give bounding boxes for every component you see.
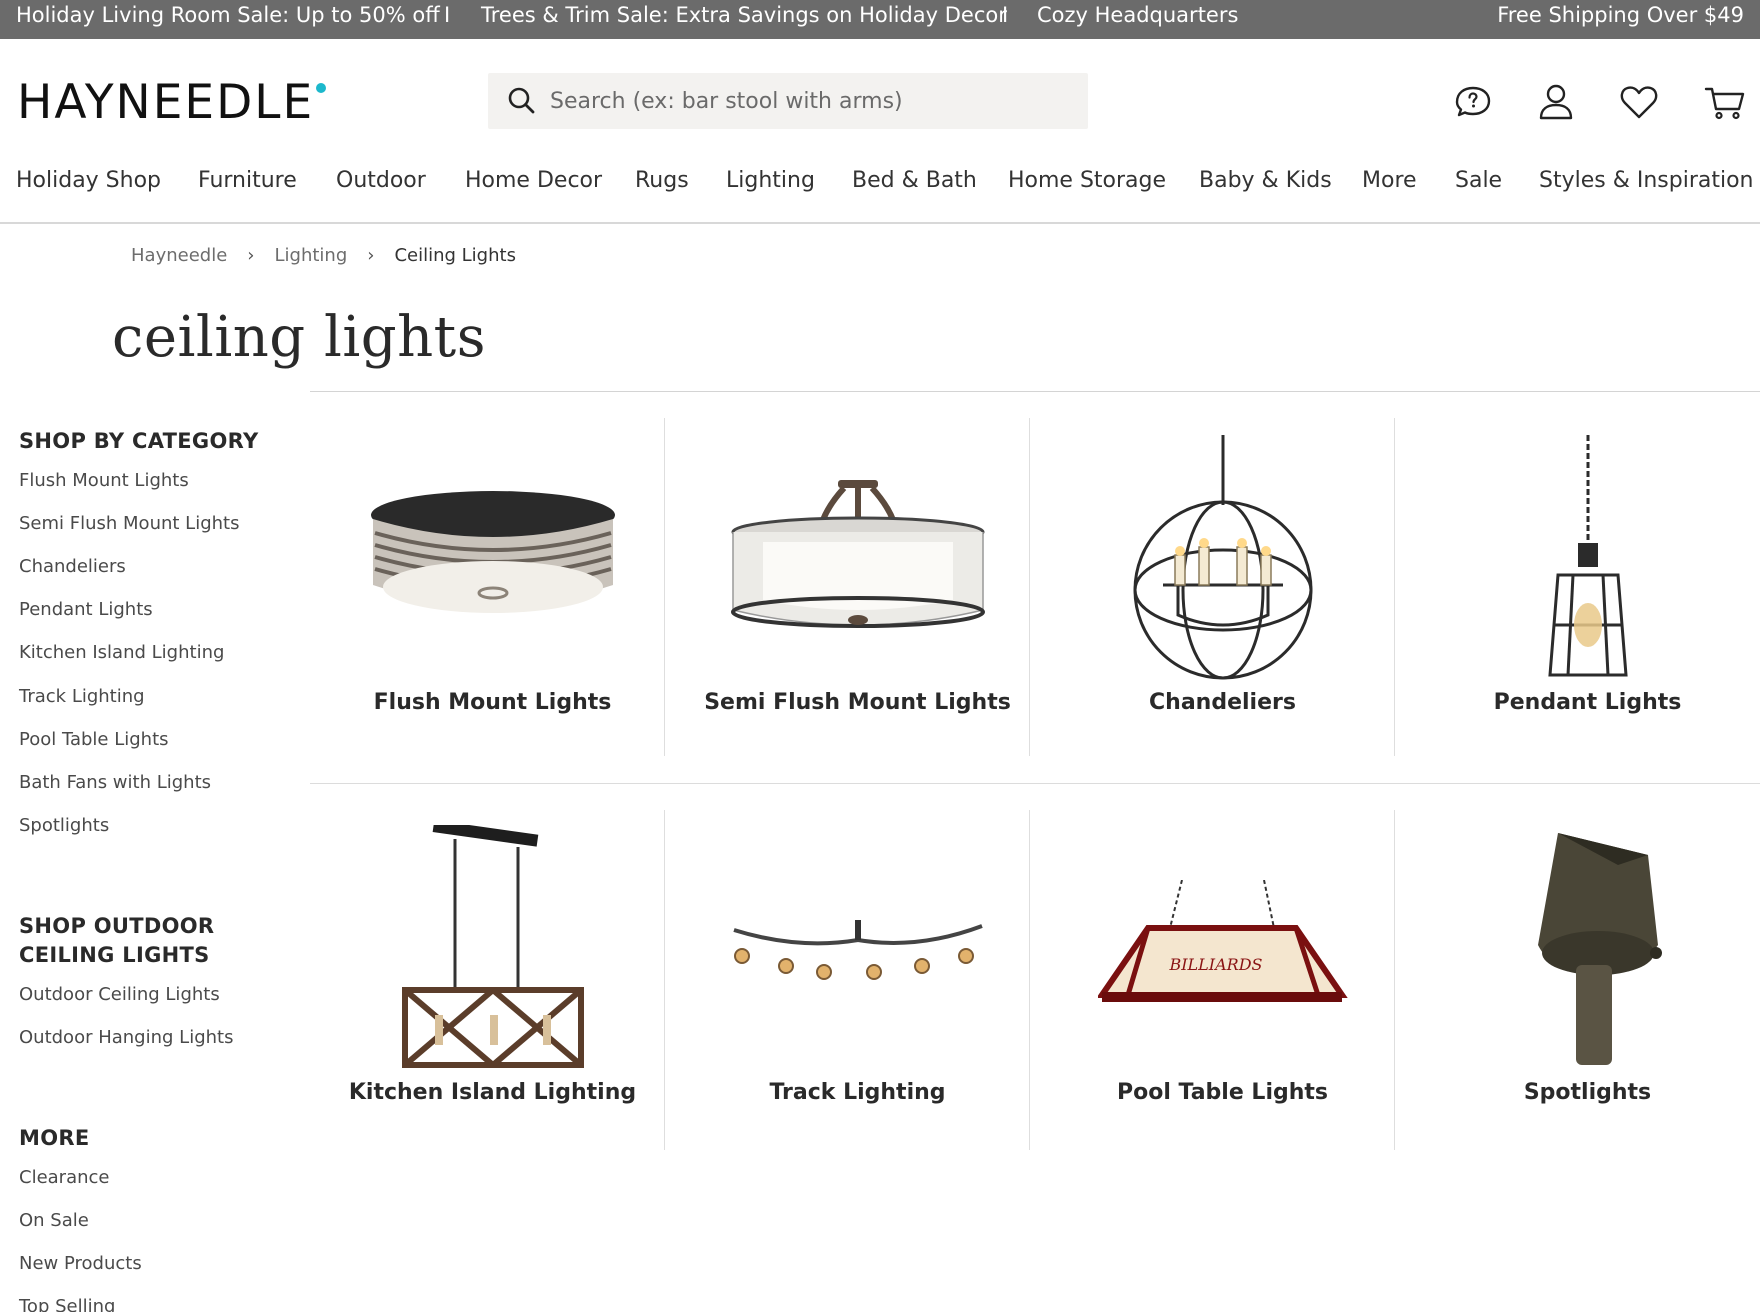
nav-item-bed-bath[interactable]: Bed & Bath <box>852 168 977 193</box>
category-tile-label: Flush Mount Lights <box>373 690 612 715</box>
site-logo[interactable]: HAYNEEDLE <box>17 74 327 130</box>
shop-by-category-heading: SHOP BY CATEGORY <box>19 429 259 453</box>
sidebar-link-track[interactable]: Track Lighting <box>19 686 145 707</box>
sidebar-link-semi-flush[interactable]: Semi Flush Mount Lights <box>19 513 239 534</box>
sidebar-link-outdoor-hanging[interactable]: Outdoor Hanging Lights <box>19 1027 233 1048</box>
promo-link-living-room[interactable]: Holiday Living Room Sale: Up to 50% off <box>16 0 440 39</box>
main-nav: Holiday Shop Furniture Outdoor Home Deco… <box>0 160 1760 224</box>
nav-item-baby-kids[interactable]: Baby & Kids <box>1199 168 1332 193</box>
sidebar-link-flush-mount[interactable]: Flush Mount Lights <box>19 470 189 491</box>
breadcrumb-hayneedle[interactable]: Hayneedle <box>131 245 227 266</box>
category-tile-chandeliers[interactable]: Chandeliers <box>1040 430 1405 715</box>
category-tile-label: Pendant Lights <box>1493 690 1682 715</box>
logo-accent-dot <box>316 83 327 93</box>
sidebar-link-on-sale[interactable]: On Sale <box>19 1210 89 1231</box>
breadcrumb-chevron-icon: › <box>247 245 255 266</box>
breadcrumb-current: Ceiling Lights <box>394 245 516 266</box>
sidebar-link-kitchen-island[interactable]: Kitchen Island Lighting <box>19 642 224 663</box>
pool-table-sign-text: BILLIARDS <box>1168 955 1262 974</box>
sidebar-link-bath-fans[interactable]: Bath Fans with Lights <box>19 772 211 793</box>
category-tile-label: Spotlights <box>1523 1080 1652 1105</box>
nav-item-sale[interactable]: Sale <box>1455 168 1502 193</box>
pendant-light-image <box>1448 430 1728 690</box>
nav-item-holiday-shop[interactable]: Holiday Shop <box>16 168 161 193</box>
nav-item-styles-inspiration[interactable]: Styles & Inspiration <box>1539 168 1754 193</box>
nav-item-home-decor[interactable]: Home Decor <box>465 168 602 193</box>
sidebar-link-outdoor-ceiling[interactable]: Outdoor Ceiling Lights <box>19 984 220 1005</box>
category-tile-pool-table[interactable]: BILLIARDS Pool Table Lights <box>1040 820 1405 1105</box>
chandelier-image <box>1083 430 1363 690</box>
help-chat-icon[interactable] <box>1451 80 1495 124</box>
promo-bar: Holiday Living Room Sale: Up to 50% off … <box>0 0 1760 39</box>
category-tile-label: Chandeliers <box>1149 690 1296 715</box>
sidebar-link-chandeliers[interactable]: Chandeliers <box>19 556 126 577</box>
nav-item-rugs[interactable]: Rugs <box>635 168 689 193</box>
logo-wordmark: HAYNEEDLE <box>17 74 315 130</box>
promo-link-cozy-hq[interactable]: Cozy Headquarters <box>1037 0 1238 39</box>
promo-link-trees-trim[interactable]: Trees & Trim Sale: Extra Savings on Holi… <box>481 0 1007 39</box>
sidebar-link-pool-table[interactable]: Pool Table Lights <box>19 729 169 750</box>
promo-separator: I <box>1002 3 1009 27</box>
breadcrumb: Hayneedle › Lighting › Ceiling Lights <box>131 245 516 266</box>
shop-outdoor-heading-line2: CEILING LIGHTS <box>19 943 210 967</box>
page-title: ceiling lights <box>112 305 486 370</box>
category-tile-pendant[interactable]: Pendant Lights <box>1405 430 1760 715</box>
promo-separator: I <box>444 3 451 27</box>
nav-item-lighting[interactable]: Lighting <box>726 168 815 193</box>
search-input[interactable] <box>550 73 1070 129</box>
grid-row-divider <box>310 783 1760 784</box>
category-tile-spotlights[interactable]: Spotlights <box>1405 820 1760 1105</box>
category-tile-label: Track Lighting <box>769 1080 946 1105</box>
nav-item-more[interactable]: More <box>1362 168 1417 193</box>
track-lighting-image <box>718 820 998 1080</box>
nav-item-furniture[interactable]: Furniture <box>198 168 297 193</box>
sidebar-link-top-selling[interactable]: Top Selling <box>19 1296 115 1312</box>
breadcrumb-lighting[interactable]: Lighting <box>274 245 347 266</box>
category-tile-track[interactable]: Track Lighting <box>675 820 1040 1105</box>
spotlight-image <box>1448 820 1728 1080</box>
account-icon[interactable] <box>1534 80 1578 124</box>
shop-outdoor-heading: SHOP OUTDOOR CEILING LIGHTS <box>19 912 214 970</box>
wishlist-heart-icon[interactable] <box>1617 80 1661 124</box>
title-divider <box>310 391 1760 392</box>
more-heading: MORE <box>19 1126 90 1150</box>
cart-icon[interactable] <box>1703 80 1747 124</box>
free-shipping-link[interactable]: Free Shipping Over $49 <box>1497 0 1744 39</box>
category-tile-semi-flush[interactable]: Semi Flush Mount Lights <box>675 430 1040 715</box>
nav-item-home-storage[interactable]: Home Storage <box>1008 168 1166 193</box>
category-tile-kitchen-island[interactable]: Kitchen Island Lighting <box>310 820 675 1105</box>
semi-flush-mount-light-image <box>718 430 998 690</box>
breadcrumb-chevron-icon: › <box>367 245 375 266</box>
sidebar-link-new-products[interactable]: New Products <box>19 1253 142 1274</box>
flush-mount-light-image <box>353 430 633 690</box>
sidebar-link-spotlights[interactable]: Spotlights <box>19 815 109 836</box>
category-tile-label: Semi Flush Mount Lights <box>704 690 1011 715</box>
sidebar-link-clearance[interactable]: Clearance <box>19 1167 109 1188</box>
nav-item-outdoor[interactable]: Outdoor <box>336 168 426 193</box>
category-tile-flush-mount[interactable]: Flush Mount Lights <box>310 430 675 715</box>
search-icon[interactable] <box>506 85 538 117</box>
category-tile-label: Kitchen Island Lighting <box>348 1080 637 1105</box>
kitchen-island-light-image <box>353 820 633 1080</box>
sidebar-link-pendant[interactable]: Pendant Lights <box>19 599 153 620</box>
category-tile-label: Pool Table Lights <box>1116 1080 1329 1105</box>
shop-outdoor-heading-line1: SHOP OUTDOOR <box>19 914 215 938</box>
search-bar <box>488 73 1088 129</box>
pool-table-light-image: BILLIARDS <box>1083 820 1363 1080</box>
